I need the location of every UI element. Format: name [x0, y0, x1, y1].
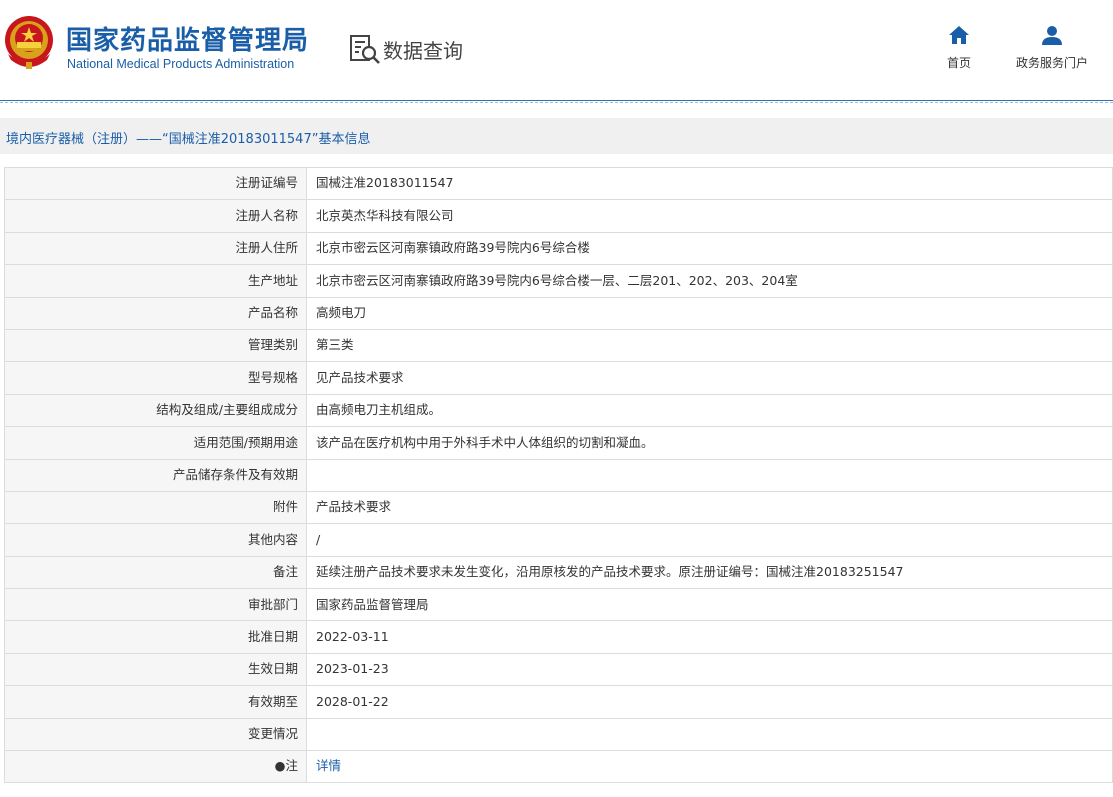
home-icon	[949, 26, 969, 44]
row-label: 生产地址	[4, 264, 307, 298]
table-row: 管理类别 第三类	[4, 328, 1113, 363]
table-row: 附件 产品技术要求	[4, 490, 1113, 525]
nav-government-portal[interactable]: 政务服务门户	[1009, 24, 1095, 71]
row-value: 由高频电刀主机组成。	[306, 393, 1113, 428]
site-header: 国家药品监督管理局 National Medical Products Admi…	[0, 0, 1113, 100]
row-label: ●注	[4, 750, 307, 784]
table-row: 注册人名称 北京英杰华科技有限公司	[4, 199, 1113, 233]
row-label: 产品名称	[4, 296, 307, 330]
data-query-label: 数据查询	[383, 38, 463, 63]
row-label: 变更情况	[4, 717, 307, 752]
row-label: 批准日期	[4, 620, 307, 654]
row-value: 2023-01-23	[306, 652, 1113, 687]
row-value: 见产品技术要求	[306, 361, 1113, 395]
row-label: 有效期至	[4, 685, 307, 719]
national-emblem-icon	[5, 16, 53, 69]
row-label: 型号规格	[4, 361, 307, 395]
row-value: 国械注准20183011547	[306, 166, 1113, 201]
table-row: 有效期至 2028-01-22	[4, 685, 1113, 719]
table-row: 生产地址 北京市密云区河南寨镇政府路39号院内6号综合楼一层、二层201、202、…	[4, 264, 1113, 298]
row-value: 第三类	[306, 328, 1113, 363]
table-row: 结构及组成/主要组成成分 由高频电刀主机组成。	[4, 393, 1113, 428]
row-value: 北京市密云区河南寨镇政府路39号院内6号综合楼一层、二层201、202、203、…	[306, 264, 1113, 298]
row-label: 管理类别	[4, 328, 307, 363]
row-label: 其他内容	[4, 523, 307, 557]
table-row: 注册证编号 国械注准20183011547	[4, 166, 1113, 201]
row-label: 注册证编号	[4, 166, 307, 201]
row-label: 结构及组成/主要组成成分	[4, 393, 307, 428]
row-label: 产品储存条件及有效期	[4, 458, 307, 492]
row-value: 北京英杰华科技有限公司	[306, 199, 1113, 233]
nav-home-label: 首页	[946, 56, 971, 70]
table-row: 产品储存条件及有效期	[4, 458, 1113, 492]
registration-info-table: 注册证编号 国械注准20183011547 注册人名称 北京英杰华科技有限公司 注册人住…	[4, 166, 1113, 784]
row-value: /	[306, 523, 1113, 557]
table-row: 其他内容 /	[4, 523, 1113, 557]
row-value: 高频电刀	[306, 296, 1113, 330]
user-icon	[1042, 26, 1062, 45]
brand-name-cn: 国家药品监督管理局	[66, 26, 310, 56]
table-row: 审批部门 国家药品监督管理局	[4, 588, 1113, 622]
row-value: 该产品在医疗机构中用于外科手术中人体组织的切割和凝血。	[306, 426, 1113, 460]
page-title-bar: 境内医疗器械（注册）——“国械注准20183011547”基本信息	[0, 118, 1113, 154]
row-value: 产品技术要求	[306, 490, 1113, 525]
nav-home[interactable]: 首页	[941, 24, 977, 71]
page-title: 境内医疗器械（注册）——“国械注准20183011547”基本信息	[6, 132, 371, 147]
data-query-link[interactable]: 数据查询	[349, 33, 463, 65]
table-row: 注册人住所 北京市密云区河南寨镇政府路39号院内6号综合楼	[4, 231, 1113, 266]
row-label: 注册人名称	[4, 199, 307, 233]
row-value: 2028-01-22	[306, 685, 1113, 719]
row-value: 国家药品监督管理局	[306, 588, 1113, 622]
row-value: 2022-03-11	[306, 620, 1113, 654]
table-row: 适用范围/预期用途 该产品在医疗机构中用于外科手术中人体组织的切割和凝血。	[4, 426, 1113, 460]
row-value	[306, 717, 1113, 752]
header-divider	[0, 100, 1113, 103]
nav-portal-label: 政务服务门户	[1015, 56, 1088, 70]
table-row: 备注 延续注册产品技术要求未发生变化，沿用原核发的产品技术要求。原注册证编号：国械…	[4, 555, 1113, 590]
row-label: 附件	[4, 490, 307, 525]
table-row: 产品名称 高频电刀	[4, 296, 1113, 330]
row-label: 生效日期	[4, 652, 307, 687]
document-search-icon	[350, 35, 380, 64]
row-label: 备注	[4, 555, 307, 590]
row-label: 审批部门	[4, 588, 307, 622]
row-value: 详情	[306, 750, 1113, 784]
table-row: 型号规格 见产品技术要求	[4, 361, 1113, 395]
table-row: 变更情况	[4, 717, 1113, 752]
row-value: 北京市密云区河南寨镇政府路39号院内6号综合楼	[306, 231, 1113, 266]
row-value: 延续注册产品技术要求未发生变化，沿用原核发的产品技术要求。原注册证编号：国械注准…	[306, 555, 1113, 590]
row-value	[306, 458, 1113, 492]
row-label: 注册人住所	[4, 231, 307, 266]
table-row: ●注 详情	[4, 750, 1113, 784]
table-row: 批准日期 2022-03-11	[4, 620, 1113, 654]
details-link[interactable]: 详情	[316, 758, 341, 773]
table-row: 生效日期 2023-01-23	[4, 652, 1113, 687]
row-label: 适用范围/预期用途	[4, 426, 307, 460]
brand-name-en: National Medical Products Administration	[67, 57, 295, 71]
